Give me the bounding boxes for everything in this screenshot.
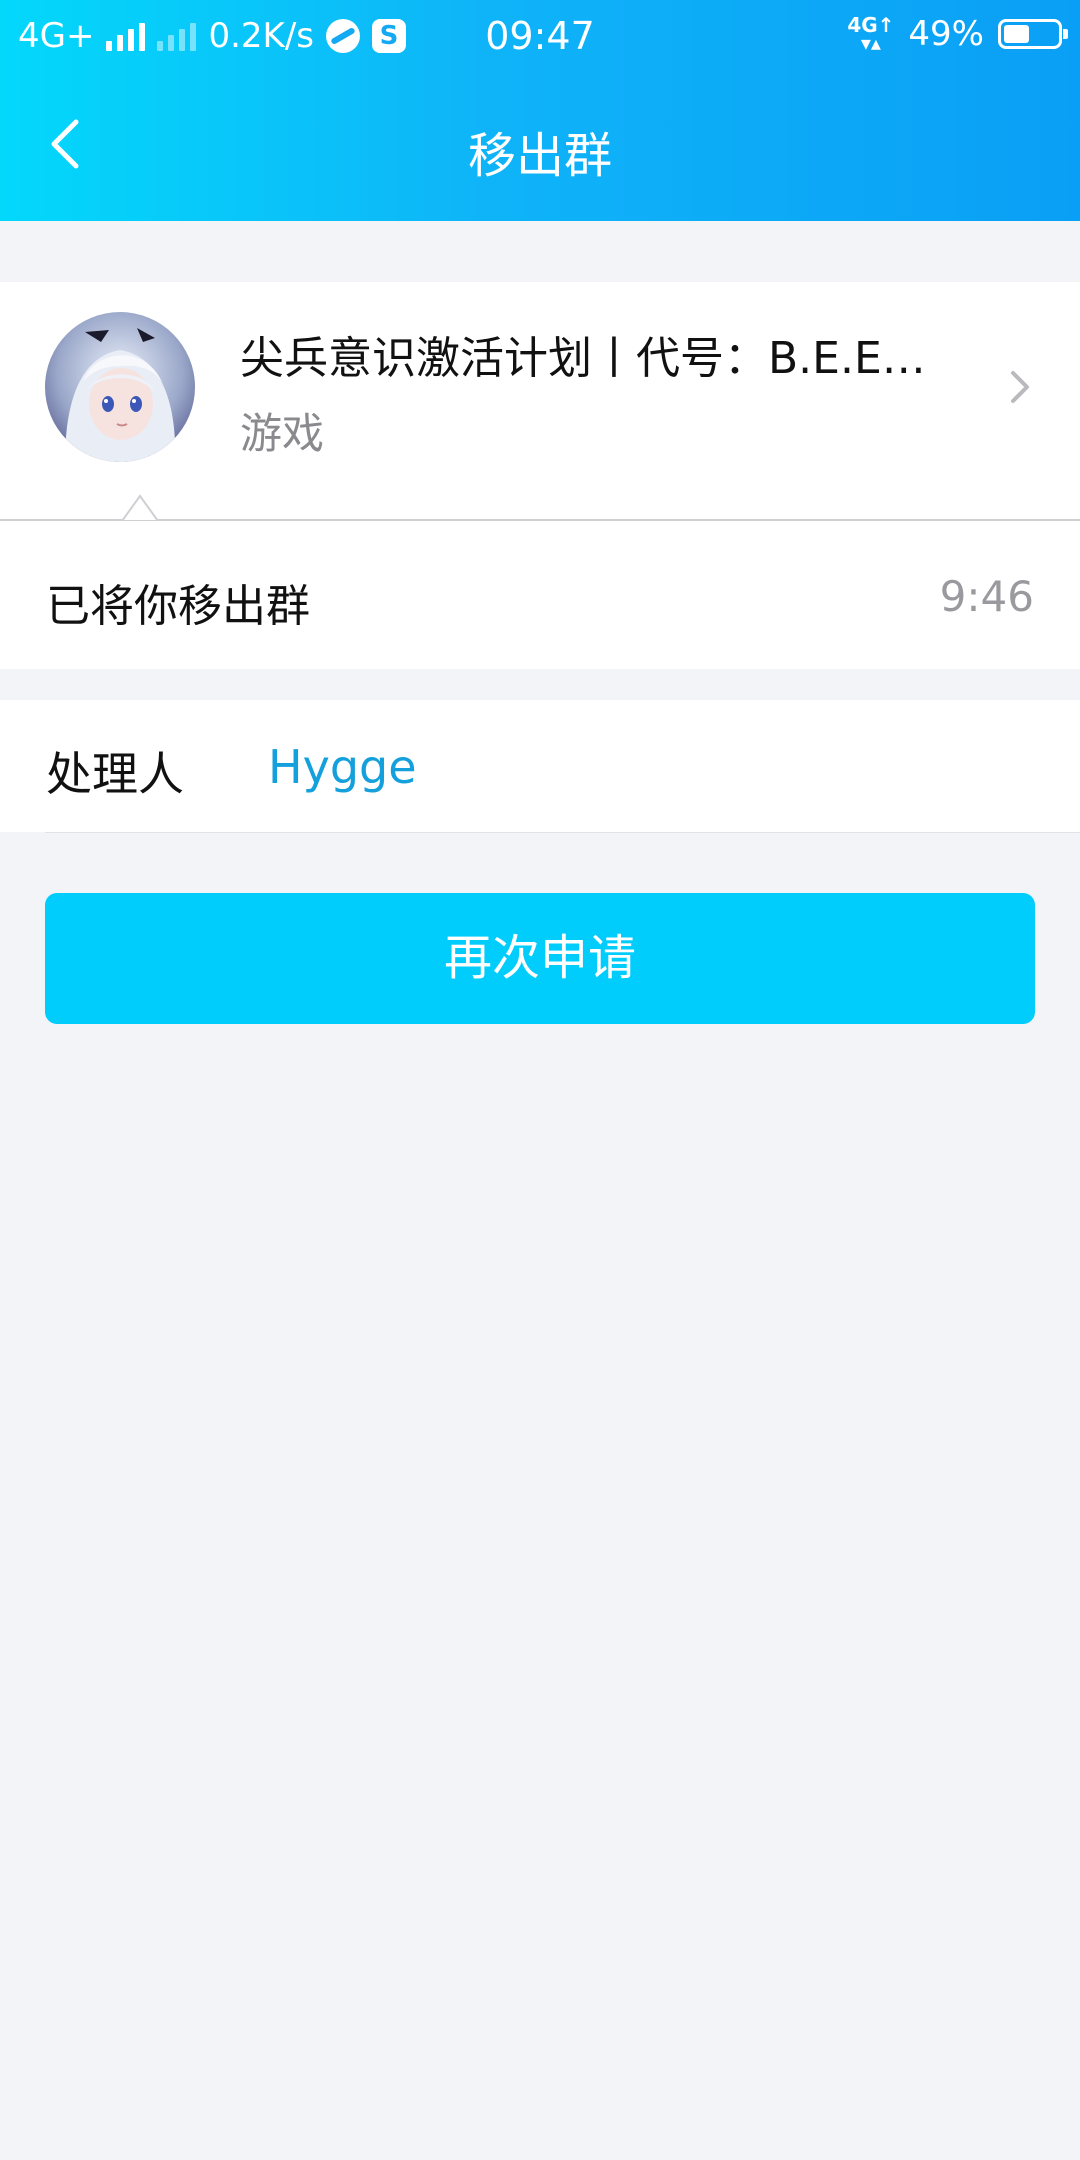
nav-bar: 移出群 xyxy=(0,72,1080,221)
app-header: 4G+ 0.2K/s S 09:47 4G↑ ▾▴ 49% 移出群 xyxy=(0,0,1080,221)
group-category: 游戏 xyxy=(240,409,325,458)
removal-message: 已将你移出群 xyxy=(46,581,310,632)
handler-label: 处理人 xyxy=(46,747,184,801)
handler-name-link[interactable]: Hygge xyxy=(268,740,417,794)
group-name: 尖兵意识激活计划丨代号：B.E.E… xyxy=(240,333,926,384)
battery-fill xyxy=(1004,25,1029,43)
battery-icon xyxy=(998,19,1068,49)
network-activity-label: ▾▴ xyxy=(860,31,881,55)
network-4g-icon: 4G↑ ▾▴ xyxy=(847,15,894,55)
reapply-button[interactable]: 再次申请 xyxy=(45,893,1035,1024)
status-bar-right: 4G↑ ▾▴ 49% xyxy=(847,14,1068,55)
divider xyxy=(45,832,1080,833)
page-title: 移出群 xyxy=(467,128,612,184)
battery-percent: 49% xyxy=(908,14,984,54)
pointer-notch xyxy=(120,494,160,530)
status-bar: 4G+ 0.2K/s S 09:47 4G↑ ▾▴ 49% xyxy=(0,0,1080,72)
group-avatar[interactable] xyxy=(45,312,195,462)
chevron-right-icon[interactable] xyxy=(1005,365,1035,409)
message-time: 9:46 xyxy=(939,572,1034,621)
